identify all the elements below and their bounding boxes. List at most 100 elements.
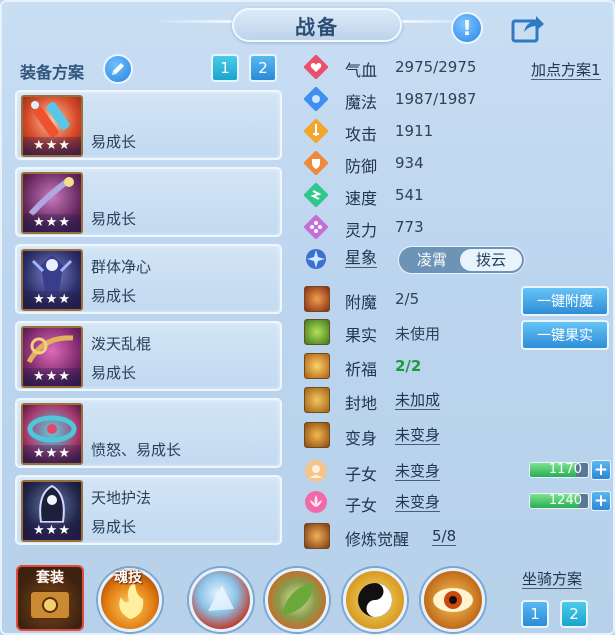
eye-orb[interactable] [421,568,485,632]
magic-gem-orb[interactable] [189,568,253,632]
lotus-icon [305,491,327,513]
equip-plan-1-button[interactable]: 1 [211,54,239,82]
child-2-value-link[interactable]: 未变身 [395,493,441,512]
equip-slot-4[interactable]: ★★★ 泼天乱棍 易成长 [15,321,282,391]
child-1-value-link[interactable]: 未变身 [395,462,441,481]
enchant-label: 附魔 [345,293,378,312]
equip-item-5-stars: ★★★ [23,445,81,463]
heart-icon [304,55,328,79]
stat-speed-label: 速度 [345,189,378,208]
pencil-icon [112,63,124,75]
equip-slot-1[interactable]: ★★★ 易成长 [15,90,282,160]
child-1-label: 子女 [345,465,378,484]
fief-icon [304,387,330,413]
suit-label: 套装 [36,570,64,586]
equip-plan-title: 装备方案 [20,63,85,82]
stat-spirit-label: 灵力 [345,221,378,240]
mount-plan-2-button[interactable]: 2 [560,600,588,628]
transform-label: 变身 [345,429,378,448]
equip-item-6-name: 天地护法 [91,489,152,507]
astro-option-boyun[interactable]: 拨云 [460,249,522,271]
astro-option-lingxiao[interactable]: 凌霄 [401,249,463,271]
leaf-orb[interactable] [265,568,329,632]
equip-slot-2[interactable]: ★★★ 易成长 [15,167,282,237]
child-2-bar-value: 1240 [548,493,582,508]
equip-item-4-icon: ★★★ [21,326,83,388]
equip-item-4-name: 泼天乱棍 [91,335,152,353]
sword-icon [304,119,328,143]
stat-mp-value: 1987/1987 [395,90,477,108]
blessing-icon [304,353,330,379]
stat-defense-label: 防御 [345,157,378,176]
battle-prep-panel: 战备 ! 装备方案 1 2 ★★★ 易成长 ★★★ 易成长 ★★★ 群体净心 易… [0,0,615,635]
gem-icon [208,585,234,611]
mount-plan-1-button[interactable]: 1 [521,600,549,628]
equip-item-2-trait: 易成长 [91,210,137,228]
title-ornament-left [152,20,232,23]
equip-item-6-icon: ★★★ [21,480,83,542]
equip-item-2-stars: ★★★ [23,214,81,232]
stat-spirit-value: 773 [395,218,424,236]
equip-item-5-trait: 愤怒、易成长 [91,441,182,459]
child-1-plus-button[interactable]: + [591,460,611,480]
child-2-label: 子女 [345,496,378,515]
stat-speed-value: 541 [395,186,424,204]
fruit-value: 未使用 [395,325,441,343]
soul-skill-label: 魂技 [114,570,142,586]
equip-item-6-trait: 易成长 [91,518,137,536]
share-icon [511,16,544,43]
panel-title: 战备 [295,14,339,39]
help-button[interactable]: ! [451,12,483,44]
fief-value-link[interactable]: 未加成 [395,391,441,410]
mana-icon [304,87,328,111]
child-1-bar: 1170 [529,462,589,478]
equip-item-3-trait: 易成长 [91,287,137,305]
transform-value-link[interactable]: 未变身 [395,426,441,445]
equip-item-1-icon: ★★★ [21,95,83,157]
child-icon [305,460,327,482]
child-2-plus-button[interactable]: + [591,491,611,511]
exclamation-icon: ! [462,16,472,40]
equip-item-3-icon: ★★★ [21,249,83,311]
points-plan-link[interactable]: 加点方案1 [531,61,601,80]
blessing-label: 祈福 [345,360,378,379]
equip-item-3-name: 群体净心 [91,258,152,276]
auto-fruit-button[interactable]: 一键果实 [521,320,609,350]
auto-enchant-button[interactable]: 一键附魔 [521,286,609,316]
share-button[interactable] [510,12,546,44]
astro-link[interactable]: 星象 [345,249,378,268]
spirit-icon [304,215,328,239]
fruit-label: 果实 [345,326,378,345]
taiji-orb[interactable] [343,568,407,632]
equip-item-6-stars: ★★★ [23,522,81,540]
edit-plan-button[interactable] [103,54,133,84]
stat-defense-value: 934 [395,154,424,172]
fruit-icon [304,319,330,345]
speed-icon [304,183,328,207]
equip-item-3-stars: ★★★ [23,291,81,309]
equip-slot-5[interactable]: ★★★ 愤怒、易成长 [15,398,282,468]
stat-hp-label: 气血 [345,61,378,80]
panel-title-plate: 战备 [232,8,402,42]
transform-icon [304,422,330,448]
equip-slot-6[interactable]: ★★★ 天地护法 易成长 [15,475,282,545]
child-1-bar-value: 1170 [548,462,582,477]
equip-item-1-trait: 易成长 [91,133,137,151]
equip-plan-2-button[interactable]: 2 [249,54,277,82]
astro-toggle[interactable]: 凌霄 拨云 [398,246,525,274]
shield-icon [304,151,328,175]
awaken-label: 修炼觉醒 [345,530,410,549]
blessing-value: 2/2 [395,357,422,375]
yin-yang-icon [358,583,392,617]
stat-mp-label: 魔法 [345,93,378,112]
leaf-icon [282,583,314,615]
equip-item-1-stars: ★★★ [23,137,81,155]
equip-item-5-icon: ★★★ [21,403,83,465]
stat-attack-label: 攻击 [345,125,378,144]
star-compass-icon [306,249,326,269]
mount-plan-title[interactable]: 坐骑方案 [522,570,583,589]
awaken-value-link[interactable]: 5/8 [432,527,457,546]
fief-label: 封地 [345,394,378,413]
equip-item-4-stars: ★★★ [23,368,81,386]
equip-slot-3[interactable]: ★★★ 群体净心 易成长 [15,244,282,314]
